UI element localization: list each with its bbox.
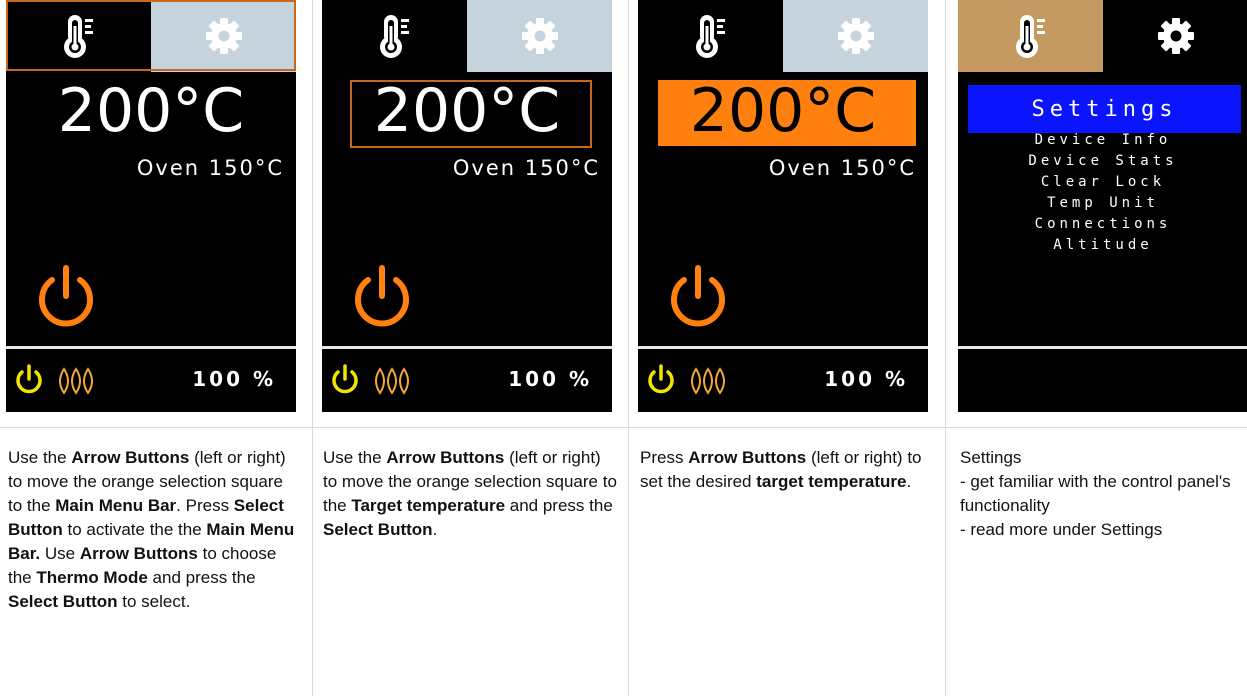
caption-emphasis: Arrow Buttons xyxy=(79,544,198,563)
gear-icon xyxy=(1157,18,1194,54)
caption-emphasis: Select Button xyxy=(323,520,433,539)
power-icon xyxy=(16,364,42,394)
caption-text: Use the xyxy=(323,448,387,467)
column-divider xyxy=(628,0,629,696)
instruction-text: Press Arrow Buttons (left or right) to s… xyxy=(640,446,930,494)
caption-text: . Press xyxy=(176,496,234,515)
tab-settings[interactable] xyxy=(1103,0,1247,72)
thermometer-icon xyxy=(63,15,93,58)
main-menu-bar[interactable] xyxy=(6,0,296,72)
thermometer-icon xyxy=(1015,15,1045,58)
tab-thermo-mode[interactable] xyxy=(638,0,783,72)
caption-emphasis: Arrow Buttons xyxy=(71,448,190,467)
main-menu-bar[interactable] xyxy=(958,0,1247,72)
caption-text: and press the xyxy=(505,496,613,515)
settings-menu-item[interactable]: Connections xyxy=(958,214,1247,235)
heating-elements-icon xyxy=(375,367,409,395)
settings-menu-item[interactable]: Clear Lock xyxy=(958,172,1247,193)
caption-emphasis: Arrow Buttons xyxy=(688,448,807,467)
oven-temperature: Oven 150°C xyxy=(452,156,600,180)
settings-menu-title: Settings xyxy=(968,85,1241,133)
instruction-text: Use the Arrow Buttons (left or right) to… xyxy=(8,446,300,614)
caption-text: Press xyxy=(640,448,689,467)
oven-temperature: Oven 150°C xyxy=(768,156,916,180)
target-temperature[interactable]: 200°C xyxy=(638,78,928,144)
thermometer-icon xyxy=(695,15,725,58)
tab-settings[interactable] xyxy=(783,0,928,72)
caption-emphasis: Select Button xyxy=(8,592,118,611)
status-bar: 100 % xyxy=(322,349,612,412)
tab-thermo-mode[interactable] xyxy=(958,0,1103,72)
caption-emphasis: Main Menu Bar xyxy=(55,496,177,515)
settings-menu-item[interactable]: Device Info xyxy=(958,130,1247,151)
status-bar: 100 % xyxy=(638,349,928,412)
row-divider xyxy=(0,427,1247,428)
settings-menu-list: Device Info Device Stats Clear Lock Temp Un… xyxy=(958,130,1247,256)
caption-line: - read more under Settings xyxy=(960,520,1163,539)
power-icon xyxy=(648,364,674,394)
caption-emphasis: Arrow Buttons xyxy=(386,448,505,467)
caption-emphasis: Target temperature xyxy=(351,496,506,515)
power-icon[interactable] xyxy=(666,262,730,330)
instruction-text: Use the Arrow Buttons (left or right) to… xyxy=(323,446,619,542)
settings-menu-item[interactable]: Altitude xyxy=(958,235,1247,256)
main-menu-bar[interactable] xyxy=(638,0,928,72)
tab-settings[interactable] xyxy=(467,0,612,72)
main-menu-bar[interactable] xyxy=(322,0,612,72)
status-divider xyxy=(958,346,1247,349)
column-divider xyxy=(945,0,946,696)
gear-icon xyxy=(837,18,874,54)
power-icon[interactable] xyxy=(350,262,414,330)
caption-line: Settings xyxy=(960,448,1022,467)
instruction-text: Settings - get familiar with the control … xyxy=(960,446,1245,542)
oven-temperature: Oven 150°C xyxy=(136,156,284,180)
power-percentage: 100 % xyxy=(192,367,276,391)
power-icon xyxy=(332,364,358,394)
device-screen-1: 200°C Oven 150°C 100 % xyxy=(6,0,296,412)
caption-text: Use xyxy=(40,544,80,563)
caption-text: to activate the the xyxy=(62,520,207,539)
power-percentage: 100 % xyxy=(508,367,592,391)
caption-text: Use the xyxy=(8,448,72,467)
caption-emphasis: target temperature xyxy=(756,472,907,491)
power-icon[interactable] xyxy=(34,262,98,330)
column-divider xyxy=(312,0,313,696)
target-temperature[interactable]: 200°C xyxy=(6,78,296,144)
caption-emphasis: Thermo Mode xyxy=(36,568,148,587)
device-screen-3: 200°C Oven 150°C 100 % xyxy=(638,0,928,412)
caption-text: . xyxy=(432,520,438,539)
tab-thermo-mode[interactable] xyxy=(322,0,467,72)
gear-icon xyxy=(521,18,558,54)
thermometer-icon xyxy=(379,15,409,58)
caption-line: - get familiar with the control panel's … xyxy=(960,472,1231,515)
gear-icon xyxy=(205,18,242,54)
heating-elements-icon xyxy=(59,367,93,395)
tab-thermo-mode[interactable] xyxy=(6,0,151,72)
caption-text: to select. xyxy=(117,592,191,611)
tab-settings[interactable] xyxy=(151,0,296,72)
caption-text: and press the xyxy=(147,568,256,587)
caption-text: . xyxy=(906,472,912,491)
heating-elements-icon xyxy=(691,367,725,395)
status-bar: 100 % xyxy=(6,349,296,412)
device-screen-2: 200°C Oven 150°C 100 % xyxy=(322,0,612,412)
power-percentage: 100 % xyxy=(824,367,908,391)
device-screen-4: Settings Device Info Device Stats Clear Lo… xyxy=(958,0,1247,412)
settings-menu-item[interactable]: Device Stats xyxy=(958,151,1247,172)
target-temperature[interactable]: 200°C xyxy=(322,78,612,144)
settings-menu-item[interactable]: Temp Unit xyxy=(958,193,1247,214)
